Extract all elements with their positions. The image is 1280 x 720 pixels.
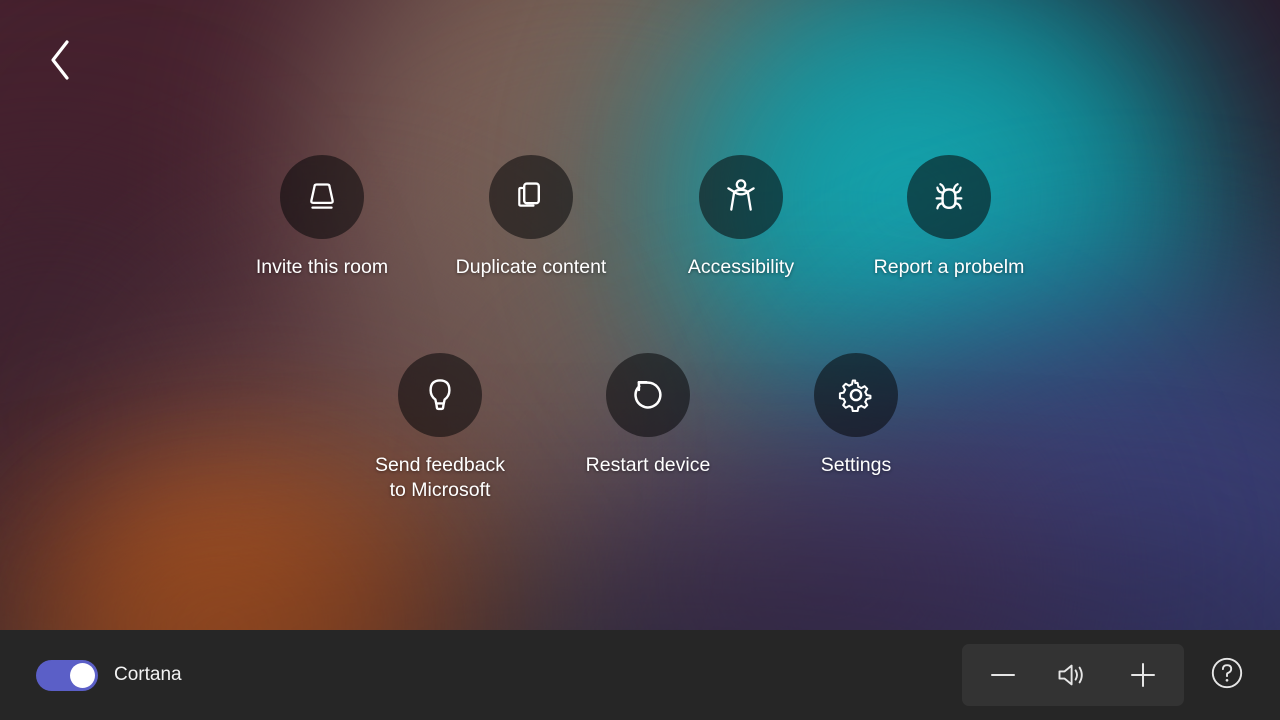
bottom-taskbar: Cortana bbox=[0, 630, 1280, 720]
tile-label: Report a probelm bbox=[873, 256, 1025, 278]
cortana-toggle[interactable] bbox=[36, 659, 98, 691]
teams-rooms-more-options-screen: Invite this room Duplicate content Acces… bbox=[0, 0, 1280, 720]
tile-label: Settings bbox=[820, 454, 892, 476]
plus-icon bbox=[1128, 660, 1158, 690]
minus-icon bbox=[988, 660, 1018, 690]
gear-icon bbox=[833, 372, 879, 418]
tile-label: Accessibility bbox=[687, 256, 795, 278]
tile-duplicate-content[interactable]: Duplicate content bbox=[436, 155, 626, 280]
tile-settings[interactable]: Settings bbox=[761, 353, 951, 478]
tile-invite-this-room[interactable]: Invite this room bbox=[227, 155, 417, 280]
taskbar-left-group: Cortana bbox=[36, 659, 182, 691]
lightbulb-icon bbox=[417, 372, 463, 418]
tile-icon-container bbox=[907, 155, 991, 239]
options-tile-grid: Invite this room Duplicate content Acces… bbox=[0, 0, 1280, 630]
restart-icon bbox=[625, 372, 671, 418]
tile-label: Restart device bbox=[585, 454, 711, 476]
tile-icon-container bbox=[606, 353, 690, 437]
taskbar-right-group bbox=[962, 644, 1256, 706]
tile-label: Duplicate content bbox=[455, 256, 607, 278]
tile-accessibility[interactable]: Accessibility bbox=[646, 155, 836, 280]
tile-icon-container bbox=[814, 353, 898, 437]
volume-down-button[interactable] bbox=[968, 646, 1038, 704]
tile-icon-container bbox=[280, 155, 364, 239]
volume-speaker-button[interactable] bbox=[1038, 646, 1108, 704]
help-circle-icon bbox=[1208, 654, 1246, 697]
accessibility-icon bbox=[718, 174, 764, 220]
tile-icon-container bbox=[398, 353, 482, 437]
tile-label: Invite this room bbox=[255, 256, 389, 278]
bug-icon bbox=[926, 174, 972, 220]
speaker-icon bbox=[1056, 660, 1090, 690]
tile-icon-container bbox=[489, 155, 573, 239]
tile-report-a-problem[interactable]: Report a probelm bbox=[854, 155, 1044, 280]
tile-label: Send feedback to Microsoft bbox=[374, 454, 506, 501]
volume-up-button[interactable] bbox=[1108, 646, 1178, 704]
tile-restart-device[interactable]: Restart device bbox=[553, 353, 743, 478]
cortana-label: Cortana bbox=[114, 664, 182, 685]
tile-icon-container bbox=[699, 155, 783, 239]
tile-send-feedback[interactable]: Send feedback to Microsoft bbox=[345, 353, 535, 503]
duplicate-icon bbox=[508, 174, 554, 220]
room-icon bbox=[299, 174, 345, 220]
cortana-toggle-knob bbox=[70, 662, 95, 688]
volume-control-group bbox=[962, 644, 1184, 706]
help-button[interactable] bbox=[1198, 646, 1256, 704]
